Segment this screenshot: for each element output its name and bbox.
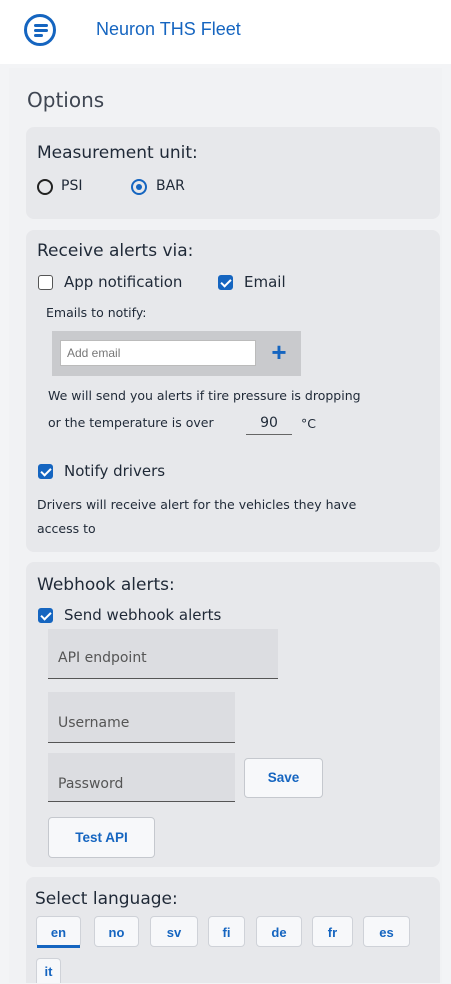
app-header: Neuron THS Fleet [0,0,451,64]
test-api-button[interactable]: Test API [48,817,155,858]
drivers-info-line1: Drivers will receive alert for the vehic… [37,497,357,512]
api-endpoint-field[interactable]: API endpoint [48,629,278,679]
lang-en-button[interactable]: en [36,916,81,948]
lang-fi-button[interactable]: fi [208,916,245,947]
add-email-button[interactable]: + [264,338,294,368]
lang-no-button[interactable]: no [94,916,139,947]
password-field[interactable]: Password [48,753,235,802]
radio-bar[interactable] [131,179,147,195]
temperature-threshold-field[interactable]: 90 [246,412,292,435]
radio-psi[interactable] [37,179,53,195]
measurement-title: Measurement unit: [37,143,198,163]
email-label: Email [244,273,286,291]
emails-to-notify-label: Emails to notify: [46,305,147,320]
send-webhook-label: Send webhook alerts [64,606,222,624]
send-webhook-checkbox[interactable] [38,608,53,623]
alert-info-line1: We will send you alerts if tire pressure… [48,388,361,403]
email-checkbox[interactable] [218,275,233,290]
save-button[interactable]: Save [244,758,323,798]
webhook-title: Webhook alerts: [37,575,175,595]
app-notification-label: App notification [64,273,183,291]
language-title: Select language: [35,889,178,909]
add-email-input[interactable] [60,340,256,366]
page-title: Options [27,88,105,112]
lang-sv-button[interactable]: sv [150,916,198,947]
menu-icon[interactable] [24,14,56,46]
measurement-card [26,127,440,219]
notify-drivers-label: Notify drivers [64,462,166,480]
radio-psi-label: PSI [61,178,83,194]
radio-bar-label: BAR [156,178,185,194]
notify-drivers-checkbox[interactable] [38,464,53,479]
drivers-info-line2: access to [37,521,96,536]
temperature-unit: °C [301,416,316,431]
email-entry-row: + [52,331,301,376]
lang-it-button[interactable]: it [36,958,61,983]
username-field[interactable]: Username [48,692,235,743]
lang-fr-button[interactable]: fr [312,916,353,947]
alerts-title: Receive alerts via: [37,241,194,261]
app-notification-checkbox[interactable] [38,275,53,290]
app-title: Neuron THS Fleet [96,19,241,39]
alert-info-line2: or the temperature is over [48,415,214,430]
lang-es-button[interactable]: es [363,916,410,947]
lang-de-button[interactable]: de [256,916,302,947]
